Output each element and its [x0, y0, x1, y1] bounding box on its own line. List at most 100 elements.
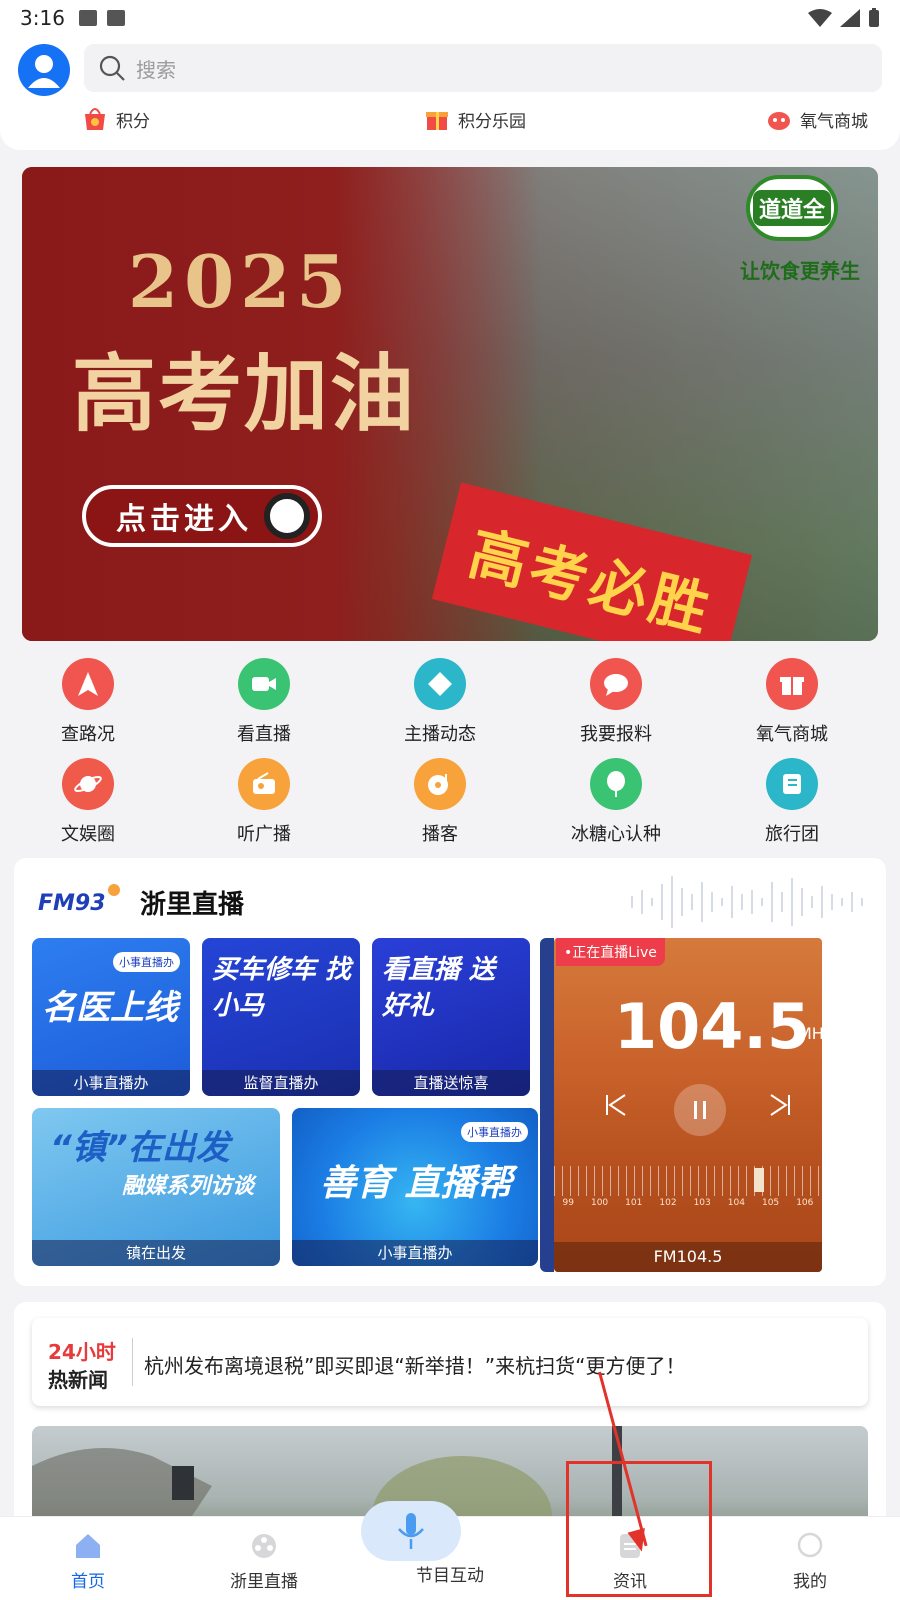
scale-label: 106 — [796, 1198, 814, 1208]
quick-link-label: 积分乐园 — [458, 111, 526, 132]
microphone-button[interactable] — [361, 1501, 461, 1561]
radio-icon — [238, 758, 290, 810]
tile-headline: 善育 直播帮 — [320, 1163, 513, 1204]
grid-label: 我要报料 — [580, 724, 652, 745]
grid-item-entertainment[interactable]: 文娱圈 — [28, 758, 148, 846]
quick-link-label: 积分 — [116, 111, 150, 132]
scale-label: 104 — [727, 1198, 745, 1208]
grid-item-oxygen-mall[interactable]: 氧气商城 — [732, 658, 852, 746]
pause-icon[interactable] — [674, 1084, 726, 1136]
hot-news-headline[interactable]: 杭州发布离境退税”即买即退“新举措！”来杭扫货“更方便了！ — [144, 1350, 685, 1379]
scale-label: 103 — [693, 1198, 711, 1208]
text-notification-icon — [106, 10, 125, 26]
quick-link-points-park[interactable]: 积分乐园 — [424, 106, 526, 132]
tuning-scale-labels: 99 100 101 102 103 104 105 106 — [554, 1198, 822, 1208]
ticker-divider — [132, 1338, 133, 1386]
hot-news-section: 24小时 热新闻 杭州发布离境退税”即买即退“新举措！”来杭扫货“更方便了！ — [14, 1302, 886, 1546]
search-placeholder: 搜索 — [136, 57, 176, 82]
quick-link-oxygen-mall[interactable]: 氧气商城 — [766, 106, 868, 132]
gift-box-icon — [426, 112, 448, 130]
grid-item-report[interactable]: 我要报料 — [556, 658, 676, 746]
live-tile-car-repair[interactable]: 买车修车 找小马 监督直播办 — [202, 938, 360, 1096]
banner-year: 2025 — [128, 239, 353, 324]
grid-label: 氧气商城 — [756, 724, 828, 745]
radio-carousel-edge — [540, 938, 554, 1272]
grid-item-travel[interactable]: 旅行团 — [732, 758, 852, 846]
nav-mine[interactable]: 我的 — [740, 1517, 880, 1600]
hot-news-ticker[interactable]: 24小时 热新闻 杭州发布离境退税”即买即退“新举措！”来杭扫货“更方便了！ — [32, 1318, 868, 1406]
grid-label: 文娱圈 — [61, 824, 115, 845]
nav-home[interactable]: 首页 — [18, 1517, 158, 1600]
wifi-icon — [808, 9, 832, 27]
live-section-title: 浙里直播 — [140, 890, 245, 920]
hot-news-tag-label: 热新闻 — [48, 1368, 108, 1392]
quick-link-label: 氧气商城 — [800, 111, 868, 132]
oxygen-mall-icon — [768, 112, 790, 130]
banner-slogan: 高考加油 — [72, 344, 417, 443]
promo-banner[interactable]: 2025 高考加油 高考必胜 点击进入 道道全 让饮食更养生 — [22, 167, 878, 641]
sound-wave-decoration — [631, 876, 863, 928]
live-tile-gifts[interactable]: 看直播 送好礼 直播送惊喜 — [372, 938, 530, 1096]
navigation-icon — [62, 658, 114, 710]
nav-zheli-live[interactable]: 浙里直播 — [194, 1517, 334, 1600]
avatar[interactable] — [18, 44, 70, 96]
chat-bubble-icon — [590, 658, 642, 710]
banner-enter-button[interactable]: 点击进入 — [82, 485, 322, 547]
tile-headline: 看直播 送好礼 — [382, 955, 496, 1021]
hot-news-tag-24h: 24小时 — [48, 1340, 116, 1364]
brand-logo: 道道全 — [746, 175, 838, 241]
annotation-highlight-box — [566, 1461, 712, 1597]
nav-program-interaction[interactable]: 节目互动 — [361, 1501, 520, 1600]
scale-label: 101 — [625, 1198, 643, 1208]
tile-headline: “镇”在出发 — [50, 1128, 230, 1168]
podcast-icon — [414, 758, 466, 810]
grid-item-traffic[interactable]: 查路况 — [28, 658, 148, 746]
tile-caption: 镇在出发 — [32, 1240, 280, 1266]
gallery-notification-icon — [78, 10, 97, 26]
grid-label: 旅行团 — [765, 824, 819, 845]
scale-label: 100 — [590, 1198, 609, 1208]
scale-label: 105 — [761, 1198, 780, 1208]
skip-previous-icon[interactable] — [594, 1088, 638, 1132]
grid-item-radio[interactable]: 听广播 — [204, 758, 324, 846]
brand-tagline: 让饮食更养生 — [740, 259, 860, 283]
diamond-icon — [414, 658, 466, 710]
grid-label: 查路况 — [61, 724, 115, 745]
tree-icon — [590, 758, 642, 810]
cursor-target-icon — [264, 493, 310, 539]
nav-label: 节目互动 — [416, 1566, 484, 1586]
tile-caption: 小事直播办 — [292, 1240, 538, 1266]
brand-name: 道道全 — [752, 190, 831, 226]
quick-link-points[interactable]: 积分 — [82, 106, 150, 132]
banner-cta-label: 点击进入 — [116, 502, 252, 537]
tile-caption: 小事直播办 — [32, 1070, 190, 1096]
live-tile-parenting[interactable]: 小事直播办 善育 直播帮 小事直播办 — [292, 1108, 538, 1266]
microphone-icon — [398, 1513, 424, 1549]
search-bar[interactable]: 搜索 — [84, 44, 882, 92]
live-now-badge: •正在直播Live — [556, 938, 665, 966]
film-reel-icon — [252, 1534, 276, 1558]
grid-item-host-news[interactable]: 主播动态 — [380, 658, 500, 746]
radio-frequency: 104.5 — [614, 990, 811, 1063]
home-icon — [76, 1534, 100, 1558]
tile-badge: 小事直播办 — [461, 1122, 528, 1142]
grid-label: 主播动态 — [404, 724, 476, 745]
tile-caption: 直播送惊喜 — [372, 1070, 530, 1096]
travel-book-icon — [766, 758, 818, 810]
bottom-nav: 首页 浙里直播 节目互动 资讯 我的 — [0, 1501, 900, 1600]
tuning-scale — [554, 1166, 822, 1196]
skip-next-icon[interactable] — [758, 1088, 802, 1132]
nav-label: 浙里直播 — [230, 1572, 298, 1592]
radio-player-card[interactable]: •正在直播Live 104.5 MHz 99 100 101 102 103 1… — [554, 938, 822, 1272]
grid-item-adopt-tree[interactable]: 冰糖心认种 — [556, 758, 676, 846]
status-time: 3:16 — [20, 6, 65, 30]
cell-signal-icon — [840, 9, 860, 27]
planet-icon — [62, 758, 114, 810]
grid-item-watch-live[interactable]: 看直播 — [204, 658, 324, 746]
scale-label: 102 — [659, 1198, 677, 1208]
live-tile-famous-doctors[interactable]: 小事直播办 名医上线 小事直播办 — [32, 938, 190, 1096]
grid-item-podcast[interactable]: 播客 — [380, 758, 500, 846]
grid-label: 播客 — [422, 824, 458, 845]
live-tile-town-interview[interactable]: “镇”在出发 融媒系列访谈 镇在出发 — [32, 1108, 280, 1266]
radio-caption: FM104.5 — [554, 1242, 822, 1272]
